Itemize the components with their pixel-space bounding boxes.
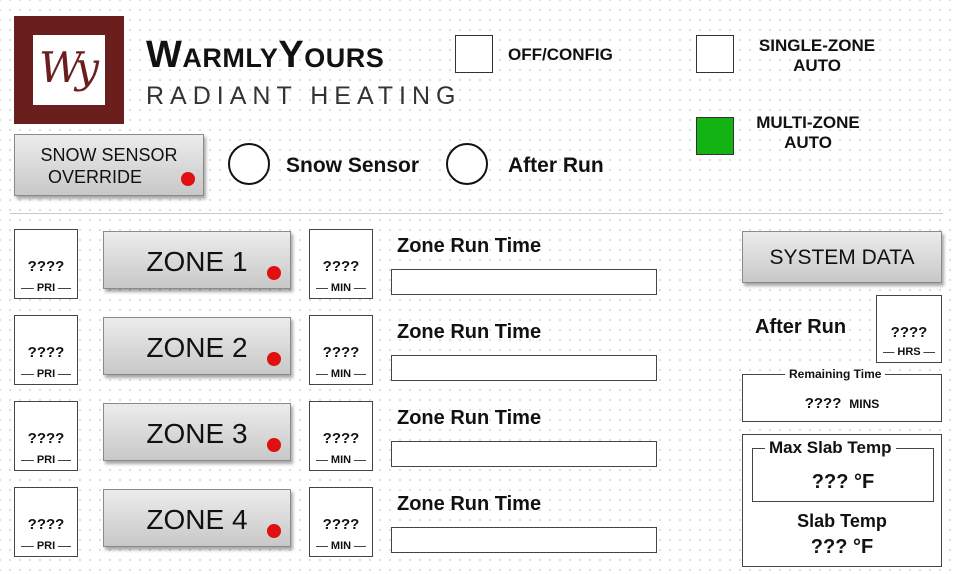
snow-override-indicator [181,172,195,186]
zone-button-label: ZONE 4 [146,504,248,535]
logo-monogram-frame: Wy [32,34,106,106]
zone-pri-caption: PRI [33,454,59,466]
zone-pri-value: ???? [27,430,65,447]
zone-4-button[interactable]: ZONE 4 [103,489,291,547]
system-data-label: SYSTEM DATA [769,246,915,269]
after-run-hours-caption: HRS [894,346,924,358]
off-config-checkbox[interactable] [455,35,493,73]
zone-pri-readout: ???? PRI [14,487,78,557]
zone-pri-caption: PRI [33,540,59,552]
zone-run-time-field [391,355,657,381]
snow-sensor-label: Snow Sensor [286,154,420,177]
zone-min-readout: ???? MIN [309,487,373,557]
brand-subtitle: RADIANT HEATING [146,82,462,110]
zone-min-readout: ???? MIN [309,229,373,299]
brand-logo: Wy [14,16,124,124]
zone-min-caption: MIN [327,282,355,294]
slab-temp-value: ??? °F [810,536,874,558]
off-config-label: OFF/CONFIG [508,45,613,64]
section-divider [10,213,943,214]
zone-min-caption: MIN [327,454,355,466]
max-slab-temp-group: Max Slab Temp ??? °F [752,438,934,502]
system-data-button[interactable]: SYSTEM DATA [742,231,942,283]
snow-sensor-override-label: SNOW SENSOR OVERRIDE [40,145,178,187]
remaining-time-value: ???? [804,395,842,412]
zone-min-readout: ???? MIN [309,315,373,385]
zone-2-button[interactable]: ZONE 2 [103,317,291,375]
zone-pri-value: ???? [27,516,65,533]
remaining-time-readout: ???? MINS [743,395,941,412]
single-zone-auto-label: SINGLE-ZONE AUTO [758,36,876,75]
zone-pri-readout: ???? PRI [14,315,78,385]
multi-zone-auto-checkbox[interactable] [696,117,734,155]
snow-sensor-indicator [228,143,270,185]
remaining-time-unit: MINS [849,397,880,411]
slab-temp-label: Slab Temp [797,511,887,531]
snow-sensor-override-button[interactable]: SNOW SENSOR OVERRIDE [14,134,204,196]
zone-status-indicator [267,524,281,538]
zone-run-time-field [391,527,657,553]
zone-run-time-field [391,269,657,295]
zone-run-time-field [391,441,657,467]
max-slab-temp-value: ??? °F [811,471,875,493]
zone-run-time-label: Zone Run Time [397,493,542,515]
after-run-hours-value: ???? [890,324,928,341]
after-run-label: After Run [508,154,604,177]
zone-min-value: ???? [322,344,360,361]
zone-min-value: ???? [322,516,360,533]
slab-temp-panel: Max Slab Temp ??? °F Slab Temp ??? °F [742,434,942,567]
after-run-indicator [446,143,488,185]
zone-status-indicator [267,266,281,280]
zone-run-time-label: Zone Run Time [397,407,542,429]
zone-pri-caption: PRI [33,368,59,380]
after-run-hours-label: After Run [755,316,847,338]
brand-title: WarmlyYours [146,34,385,76]
zone-run-time-label: Zone Run Time [397,321,542,343]
remaining-time-label: Remaining Time [785,367,886,381]
zone-button-label: ZONE 3 [146,418,248,449]
remaining-time-group: Remaining Time ???? MINS [742,367,942,422]
zone-min-value: ???? [322,258,360,275]
multi-zone-auto-label: MULTI-ZONE AUTO [756,113,860,152]
zone-min-value: ???? [322,430,360,447]
zone-pri-value: ???? [27,258,65,275]
zone-3-button[interactable]: ZONE 3 [103,403,291,461]
single-zone-auto-checkbox[interactable] [696,35,734,73]
after-run-hours-readout: ???? HRS [876,295,942,363]
zone-status-indicator [267,438,281,452]
zone-pri-caption: PRI [33,282,59,294]
logo-monogram: Wy [39,43,99,92]
zone-pri-readout: ???? PRI [14,229,78,299]
zone-button-label: ZONE 1 [146,246,248,277]
zone-pri-readout: ???? PRI [14,401,78,471]
zone-button-label: ZONE 2 [146,332,248,363]
zone-min-caption: MIN [327,368,355,380]
zone-status-indicator [267,352,281,366]
zone-min-caption: MIN [327,540,355,552]
zone-1-button[interactable]: ZONE 1 [103,231,291,289]
max-slab-temp-label: Max Slab Temp [765,438,896,458]
zone-pri-value: ???? [27,344,65,361]
zone-run-time-label: Zone Run Time [397,235,542,257]
zone-min-readout: ???? MIN [309,401,373,471]
